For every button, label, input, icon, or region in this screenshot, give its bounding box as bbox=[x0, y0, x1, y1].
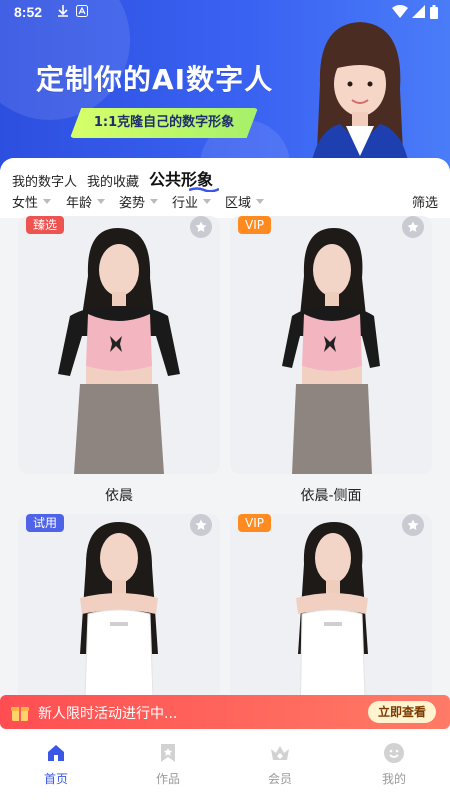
avatar-photo bbox=[58, 228, 180, 474]
tab-my-favorites[interactable]: 我的收藏 bbox=[87, 171, 139, 190]
filter-industry-label: 行业 bbox=[172, 196, 199, 211]
filter-region-label: 区域 bbox=[225, 196, 252, 211]
filter-industry[interactable]: 行业 bbox=[172, 192, 212, 211]
banner-subtitle: 1:1克隆自己的数字形象 bbox=[70, 108, 258, 138]
caret-down-icon bbox=[150, 199, 159, 204]
badge-trial: 试用 bbox=[26, 514, 65, 532]
nav-profile[interactable]: 我的 bbox=[364, 742, 424, 787]
caret-down-icon bbox=[256, 199, 265, 204]
avatar-name: 依晨-侧面 bbox=[300, 488, 362, 504]
filter-age[interactable]: 年龄 bbox=[66, 192, 106, 211]
filter-button[interactable]: 筛选 bbox=[412, 192, 438, 211]
battery-icon bbox=[430, 5, 438, 23]
filter-gender[interactable]: 女性 bbox=[12, 192, 52, 211]
bottom-nav: 首页 作品 会员 我的 bbox=[0, 730, 450, 800]
filter-pose[interactable]: 姿势 bbox=[119, 192, 159, 211]
bookmark-icon bbox=[161, 744, 175, 762]
badge-vip: VIP bbox=[238, 216, 271, 234]
nav-works[interactable]: 作品 bbox=[138, 742, 198, 787]
gift-icon bbox=[10, 702, 30, 726]
promo-view-button[interactable]: 立即查看 bbox=[367, 701, 436, 723]
filter-age-label: 年龄 bbox=[66, 196, 93, 211]
download-icon bbox=[58, 5, 68, 21]
status-time: 8:52 bbox=[14, 4, 43, 20]
nav-profile-label: 我的 bbox=[381, 772, 406, 786]
star-icon[interactable] bbox=[402, 216, 424, 238]
nav-home-label: 首页 bbox=[43, 772, 68, 786]
nav-membership[interactable]: 会员 bbox=[250, 742, 310, 787]
home-icon bbox=[48, 745, 64, 761]
filter-gender-label: 女性 bbox=[12, 196, 39, 211]
avatar-card[interactable]: VIP bbox=[230, 216, 432, 474]
nav-membership-label: 会员 bbox=[267, 772, 292, 786]
promo-banner[interactable]: 新人限时活动进行中... 立即查看 bbox=[0, 695, 450, 729]
caret-down-icon bbox=[43, 199, 52, 204]
avatar-photo bbox=[296, 522, 368, 718]
badge-select: 臻选 bbox=[26, 216, 65, 234]
tab-my-avatars[interactable]: 我的数字人 bbox=[12, 171, 77, 190]
content-panel: 我的数字人 我的收藏 公共形象 女性 年龄 姿势 行业 区域 筛选 臻选 依晨 … bbox=[0, 158, 450, 718]
font-icon bbox=[76, 5, 88, 21]
avatar-card[interactable]: VIP bbox=[230, 514, 432, 718]
nav-works-label: 作品 bbox=[155, 772, 180, 786]
filter-pose-label: 姿势 bbox=[119, 196, 146, 211]
filter-region[interactable]: 区域 bbox=[225, 192, 265, 211]
star-icon[interactable] bbox=[190, 514, 212, 536]
badge-vip: VIP bbox=[238, 514, 271, 532]
profile-icon bbox=[384, 743, 404, 763]
avatar-photo bbox=[80, 522, 158, 718]
nav-home[interactable]: 首页 bbox=[26, 742, 86, 787]
avatar-card[interactable]: 试用 bbox=[18, 514, 220, 718]
crown-icon bbox=[271, 746, 289, 760]
banner-title: 定制你的AI数字人 bbox=[36, 63, 274, 96]
star-icon[interactable] bbox=[402, 514, 424, 536]
avatar-card[interactable]: 臻选 bbox=[18, 216, 220, 474]
avatar-photo bbox=[282, 228, 380, 474]
tab-public-avatars[interactable]: 公共形象 bbox=[149, 166, 220, 192]
tab-bar: 我的数字人 我的收藏 公共形象 bbox=[12, 164, 220, 192]
avatar-name: 依晨 bbox=[105, 488, 133, 504]
caret-down-icon bbox=[97, 199, 106, 204]
caret-down-icon bbox=[203, 199, 212, 204]
panel-header: 我的数字人 我的收藏 公共形象 女性 年龄 姿势 行业 区域 筛选 bbox=[0, 158, 450, 218]
promo-text: 新人限时活动进行中... bbox=[38, 706, 178, 722]
filter-bar: 女性 年龄 姿势 行业 区域 筛选 bbox=[12, 192, 438, 214]
star-icon[interactable] bbox=[190, 216, 212, 238]
